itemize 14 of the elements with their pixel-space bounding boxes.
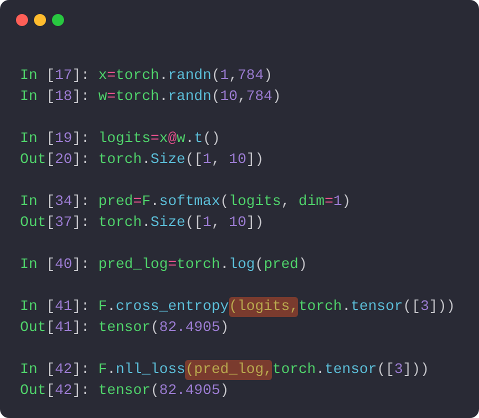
code-line: In [40]: pred_log=torch.log(pred) bbox=[20, 256, 308, 275]
code-line: In [34]: pred=F.softmax(logits, dim=1) bbox=[20, 193, 352, 212]
code-line: In [17]: x=torch.randn(1,784) bbox=[20, 67, 274, 86]
window-close-button[interactable] bbox=[16, 14, 28, 26]
code-line: In [41]: F.cross_entropy(logits,torch.tensor([3])) bbox=[20, 297, 456, 318]
code-line: Out[42]: tensor(82.4905) bbox=[20, 382, 230, 401]
code-line: Out[41]: tensor(82.4905) bbox=[20, 319, 230, 338]
code-line: In [19]: logits=x@w.t() bbox=[20, 130, 222, 149]
code-line: In [42]: F.nll_loss(pred_log,torch.tensor([3])) bbox=[20, 360, 430, 381]
window-zoom-button[interactable] bbox=[52, 14, 64, 26]
code-line: Out[20]: torch.Size([1, 10]) bbox=[20, 151, 265, 170]
code-line: Out[37]: torch.Size([1, 10]) bbox=[20, 214, 265, 233]
code-line: In [18]: w=torch.randn(10,784) bbox=[20, 88, 282, 107]
window-minimize-button[interactable] bbox=[34, 14, 46, 26]
